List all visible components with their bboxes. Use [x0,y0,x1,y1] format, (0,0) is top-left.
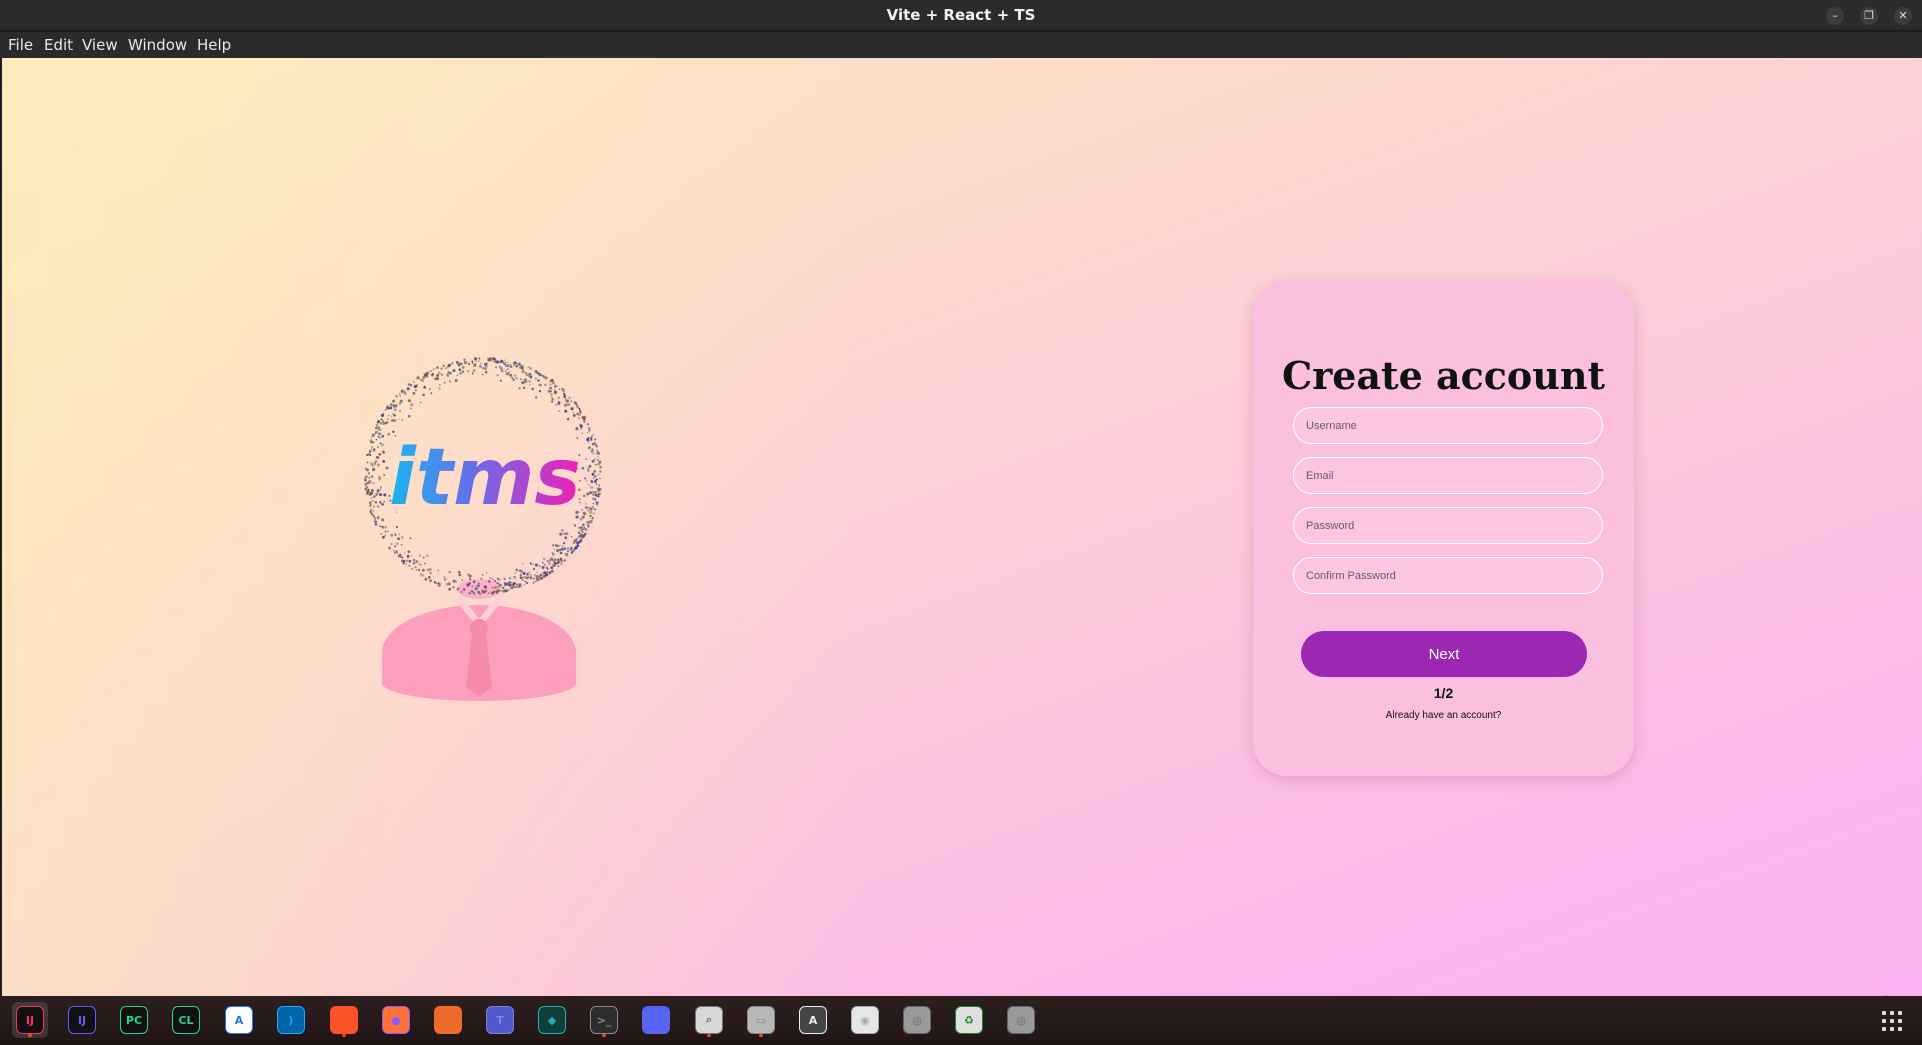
email-input[interactable] [1293,457,1603,494]
gitkraken-icon[interactable]: ◆ [534,1002,570,1038]
intellij-idea-alt-icon[interactable]: IJ [64,1002,100,1038]
window-titlebar: Vite + React + TS – ❐ ✕ [0,0,1922,31]
create-account-card: Create account Next 1/2 Already have an … [1253,281,1634,776]
step-indicator: 1/2 [1433,685,1454,701]
terminal-icon[interactable]: >_ [586,1002,622,1038]
running-indicator [759,1034,763,1037]
running-indicator [342,1034,346,1037]
password-input[interactable] [1293,507,1603,544]
confirm-password-input[interactable] [1293,557,1603,594]
running-indicator [707,1034,711,1037]
brave-icon[interactable]: ▼ [326,1002,362,1038]
trash-icon[interactable]: ♻ [951,1002,987,1038]
image-viewer-icon[interactable]: ⌕ [691,1002,727,1038]
next-button[interactable]: Next [1301,631,1587,677]
vscode-icon[interactable]: ⟩ [273,1002,309,1038]
signin-link[interactable]: Already have an account? [1253,710,1634,721]
menu-window[interactable]: Window [128,32,187,58]
app-content: itms Create account Next 1/2 Already hav… [2,58,1922,1043]
menu-edit[interactable]: Edit [44,32,73,58]
drive-2-icon[interactable]: ◎ [1003,1002,1039,1038]
software-center-icon[interactable]: A [795,1002,831,1038]
paintbrush-icon[interactable]: ✎ [430,1002,466,1038]
clion-icon[interactable]: CL [168,1002,204,1038]
intellij-idea-icon[interactable]: IJ [12,1002,48,1038]
close-button[interactable]: ✕ [1894,7,1912,25]
app-grid-icon[interactable] [1882,1011,1902,1031]
window-title: Vite + React + TS [886,6,1036,24]
restore-button[interactable]: ❐ [1860,7,1878,25]
discord-icon[interactable]: ◕ [638,1002,674,1038]
menu-view[interactable]: View [82,32,118,58]
app-store-icon[interactable]: A [221,1002,257,1038]
pycharm-icon[interactable]: PC [116,1002,152,1038]
running-indicator [602,1034,606,1037]
minimize-button[interactable]: – [1826,7,1844,25]
menu-file[interactable]: File [8,32,33,58]
username-input[interactable] [1293,407,1603,444]
firefox-icon[interactable]: ● [378,1002,414,1038]
running-indicator [28,1034,32,1037]
itms-person-illustration: itms [364,357,602,701]
form-title: Create account [1281,353,1606,398]
files-icon[interactable]: ▭ [743,1002,779,1038]
drive-icon[interactable]: ◎ [899,1002,935,1038]
itms-logo-text: itms [389,433,581,523]
disc-icon[interactable]: ◉ [847,1002,883,1038]
menu-help[interactable]: Help [197,32,231,58]
menu-bar: File Edit View Window Help [0,32,1922,58]
teams-icon[interactable]: T [482,1002,518,1038]
